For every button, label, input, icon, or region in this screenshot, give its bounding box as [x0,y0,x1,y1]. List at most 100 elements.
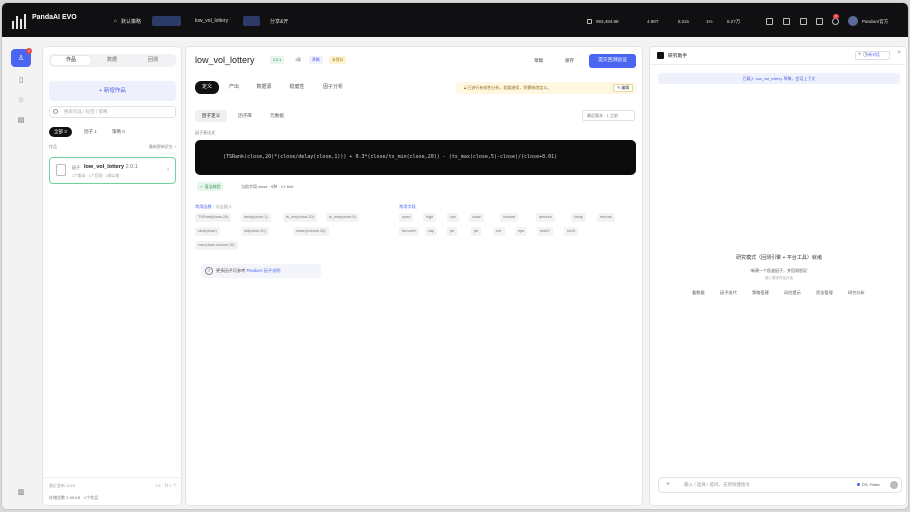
field-chip[interactable]: close [469,213,484,222]
field-chip[interactable]: open [399,213,414,222]
field-chip[interactable]: turnover [399,227,419,236]
save-button[interactable]: 保存 [565,55,574,67]
field-chip[interactable]: high [423,213,437,222]
user-avatar[interactable] [848,16,858,26]
share-button[interactable]: 分享&开 [270,18,288,25]
edit-button[interactable]: ✎ 编辑 [613,84,633,92]
field-chip[interactable]: pe [447,227,458,236]
screen-icon[interactable] [766,18,773,25]
suggestion-chip[interactable]: 因子迭代 [720,290,737,296]
version-select[interactable]: 最近版本 · 1 之前 [582,110,635,121]
tab-data[interactable]: 数据 [92,56,132,65]
new-chat-button[interactable]: + 新对话 [855,51,890,60]
function-chip[interactable]: corr(close,volume,10) [195,241,238,250]
factor-doc-link[interactable]: PandaAI 因子说明 [247,268,281,273]
submit-backtest-button[interactable]: 提交回测验证 [589,54,636,68]
field-chip[interactable]: low [447,213,459,222]
empty-state-example: “新建一个低波因子，并回测验证” [749,268,809,273]
suggestion-chip[interactable]: 策略搭建 [752,290,769,296]
chip-all[interactable]: 全部 3 [49,127,72,137]
item-title: low_vol_lottery 2.0.1 [84,164,138,170]
footer-pagination[interactable]: 1/1 · 共 1 个 [155,483,177,489]
lock-notice: 🔒︎ 已进行有效性分析，若要继续，则需修改定义。 ✎ 编辑 [456,82,636,94]
function-chip[interactable]: TSRank(close,20) [195,213,232,222]
field-chip[interactable]: vwap [571,213,586,222]
tab-datasource[interactable]: 数据源 [250,81,278,94]
field-chip[interactable]: returns [597,213,615,222]
tab-backtest[interactable]: 回测 [133,56,173,65]
workspace-tag[interactable] [152,16,181,26]
plus-icon[interactable]: + [666,480,670,489]
rail-favorite-button[interactable]: ☆ [11,91,31,109]
sort-button[interactable]: 最新更新优先 ↕ [149,144,176,150]
user-name[interactable]: PandaAI官方 [862,19,888,25]
tab-factor-analysis[interactable]: 因子分析 [317,81,349,94]
empty-state-hint: 输入需求开始对话 [765,276,793,280]
suggestion-chip[interactable]: 研究分析 [848,290,865,296]
workspace-name[interactable]: 默认策略 [121,18,141,25]
bell-icon[interactable] [832,18,839,25]
document-name[interactable]: low_vol_lottery [195,18,228,24]
tab-works[interactable]: 作品 [51,56,91,65]
question-icon: ? [205,267,213,275]
star-icon: ☆ [17,97,25,104]
search-input[interactable]: 搜索作品 / 标签 / 策略 [49,106,176,118]
field-chip[interactable]: pb [471,227,482,236]
version-badge: 2.0.1 [270,56,285,64]
function-chip[interactable]: rank(close) [195,227,220,236]
draft-button[interactable]: 草稿 [534,55,543,67]
field-chip[interactable]: amount [536,213,555,222]
assistant-header: 研究助手 + ◷ + 新对话 × [650,47,908,65]
subtab-metadata[interactable]: 元数据 [265,110,289,122]
grid-icon: ▤ [17,117,25,124]
subtab-factor-def[interactable]: 因子定义 [195,110,227,122]
trash-icon: ▥ [17,489,25,496]
tab-definition[interactable]: 定义 [195,81,219,94]
field-chip[interactable]: rsi14 [564,227,579,236]
layout-icon[interactable] [783,18,790,25]
field-chip[interactable]: ma20 [537,227,553,236]
functions-section-title: 常用函数 · 点击插入 [195,204,233,209]
chevron-right-icon: › [167,167,169,173]
function-chip[interactable]: delay(close,1) [241,213,271,222]
function-chip[interactable]: std(close,20) [241,227,269,236]
subtab-factor-lib[interactable]: 因子库 [233,110,257,122]
fields-section-title: 常用字段 [399,204,416,209]
field-chip[interactable]: eps [515,227,528,236]
close-icon[interactable]: × [897,50,901,56]
rail-trash-button[interactable]: ▥ [11,483,31,501]
panel-icon[interactable] [800,18,807,25]
chip-strategy[interactable]: 策略 0 [107,127,130,137]
formula-editor[interactable]: (TSRank(close,20)*(close/delay(close,1))… [195,140,636,175]
model-select[interactable]: DS- Flash [857,481,880,489]
suggestion-chip[interactable]: 资金管理 [816,290,833,296]
new-work-button[interactable]: + 新增作品 [49,81,176,101]
draft-badge: 草稿 [309,56,323,64]
editor-panel: low_vol_lottery 2.0.1 1版 草稿 未保存 草稿 保存 提交… [185,46,643,506]
panda-logo-icon [10,13,28,29]
tab-robustness[interactable]: 稳健性 [283,81,311,94]
suggestion-chip[interactable]: 风险提示 [784,290,801,296]
document-tag[interactable] [243,16,260,26]
list-item[interactable]: 因子 low_vol_lottery 2.0.1 1个版本 · 1个回测 · 2… [49,157,176,184]
sidebar-icon[interactable] [816,18,823,25]
tab-output[interactable]: 产出 [223,81,245,94]
field-chip[interactable]: volume [500,213,519,222]
item-type-tag: 因子 [72,165,80,170]
chip-factor[interactable]: 因子 1 [79,127,102,137]
function-chip[interactable]: ts_max(close,5) [326,213,359,222]
field-chip[interactable]: roe [493,227,505,236]
rail-library-button[interactable]: ▤ [11,111,31,129]
list-header-label: 作品 [49,144,57,149]
syntax-check-status: ✓ 语法校验 [197,182,224,191]
page-title: low_vol_lottery [195,55,255,65]
stat-volume: 4.98T [647,19,659,24]
app-window: PandaAI EVO ⌂ 默认策略 low_vol_lottery 分享&开 … [1,2,909,510]
field-chip[interactable]: cap [425,227,438,236]
suggestion-chip[interactable]: 看数据 [692,290,705,296]
function-chip[interactable]: mean(volume,20) [293,227,329,236]
rail-data-button[interactable]: ▯ [11,71,31,89]
chat-input[interactable]: + 输入 / 选择 / 提问，支持快捷指令 DS- Flash [658,477,902,493]
function-chip[interactable]: ts_min(close,20) [283,213,317,222]
send-icon[interactable] [890,481,898,489]
